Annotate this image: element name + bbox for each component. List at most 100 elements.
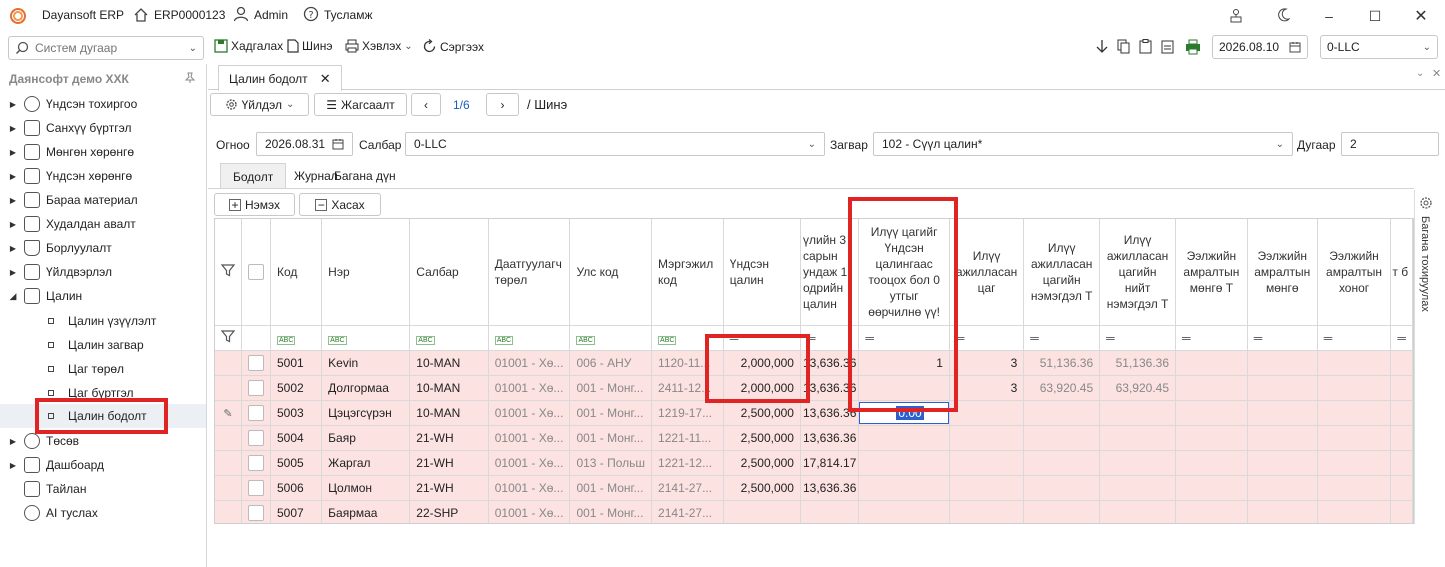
- col-header-insured-type[interactable]: Даатгуулагч төрөл: [488, 219, 571, 326]
- cell-country-code[interactable]: 001 - Монг...: [569, 400, 653, 426]
- cell-country-code[interactable]: 001 - Монг...: [569, 425, 653, 451]
- sidebar-subitem-time-type[interactable]: Цаг төрөл: [0, 357, 206, 381]
- cell-base-salary[interactable]: 2,500,000: [723, 475, 801, 501]
- cell-name[interactable]: Цэцэгсүрэн: [321, 400, 411, 426]
- cell-overtime-total[interactable]: 51,136.36: [1099, 350, 1177, 376]
- table-row[interactable]: ✎ 5003 Цэцэгсүрэн 10-MAN 01001 - Хө... 001 - …: [215, 400, 1413, 426]
- cell-overtime-hours[interactable]: [949, 475, 1025, 501]
- cell-country-code[interactable]: 001 - Монг...: [569, 500, 653, 523]
- cell-branch[interactable]: 21-WH: [409, 450, 489, 476]
- select-all-checkbox[interactable]: [248, 263, 264, 280]
- table-row[interactable]: 5004 Баяр 21-WH 01001 - Хө... 001 - Монг... 1…: [215, 425, 1413, 451]
- cell-vacation-money-t[interactable]: [1175, 425, 1248, 451]
- column-settings-strip[interactable]: Багана тохируулах: [1414, 190, 1436, 325]
- cell-overtime-hours[interactable]: [949, 450, 1025, 476]
- cell-profession-code[interactable]: 1221-11...: [651, 425, 724, 451]
- filter-cell[interactable]: ═: [1175, 325, 1248, 351]
- download-icon[interactable]: [1095, 39, 1109, 55]
- template-select[interactable]: 102 - Сүүл цалин* ⌄: [873, 132, 1293, 156]
- cell-name[interactable]: Баяр: [321, 425, 411, 451]
- close-tab-icon[interactable]: ✕: [320, 71, 331, 87]
- row-indicator-cell[interactable]: [215, 450, 242, 476]
- cell-base-salary[interactable]: [723, 500, 801, 523]
- col-header-code[interactable]: Код: [270, 219, 323, 326]
- cell-overtime-total[interactable]: [1099, 500, 1177, 523]
- cell-overtime-flag[interactable]: [858, 475, 950, 501]
- cell-base-salary[interactable]: 2,500,000: [723, 425, 801, 451]
- table-row[interactable]: 5001 Kevin 10-MAN 01001 - Хө... 006 - АНУ 112…: [215, 350, 1413, 376]
- toolbar-date-picker[interactable]: 2026.08.10: [1212, 35, 1308, 59]
- cell-insured-type[interactable]: 01001 - Хө...: [488, 375, 571, 401]
- cell-partial[interactable]: [1390, 425, 1413, 451]
- cell-overtime-add[interactable]: [1023, 500, 1101, 523]
- row-checkbox-cell[interactable]: [241, 425, 271, 451]
- cell-vacation-money[interactable]: [1247, 425, 1318, 451]
- cell-vacation-days[interactable]: [1317, 500, 1392, 523]
- prev-page-button[interactable]: ‹: [411, 93, 441, 116]
- col-header-profession-code[interactable]: Мэргэжил код: [651, 219, 724, 326]
- cell-partial[interactable]: [1390, 450, 1413, 476]
- print-button[interactable]: Хэвлэх ⌄: [345, 39, 413, 53]
- filter-cell[interactable]: ABC: [321, 325, 411, 351]
- right-scroll-area[interactable]: [1414, 325, 1436, 524]
- cell-country-code[interactable]: 006 - АНУ: [569, 350, 653, 376]
- row-indicator-cell[interactable]: [215, 375, 242, 401]
- cell-overtime-total[interactable]: 63,920.45: [1099, 375, 1177, 401]
- cell-overtime-total[interactable]: [1099, 475, 1177, 501]
- sidebar-item-fixed-assets[interactable]: ▶ Үндсэн хөрөнгө: [0, 164, 206, 188]
- cell-vacation-money[interactable]: [1247, 400, 1318, 426]
- table-row[interactable]: 5007 Баярмаа 22-SHP 01001 - Хө... 001 - Монг…: [215, 500, 1413, 523]
- cell-overtime-add[interactable]: 51,136.36: [1023, 350, 1101, 376]
- cell-branch[interactable]: 10-MAN: [409, 350, 489, 376]
- col-header-overtime-total[interactable]: Илүү ажилласан цагийн нийт нэмэгдэл Т: [1099, 219, 1177, 326]
- filter-cell[interactable]: ═: [1023, 325, 1101, 351]
- cell-branch[interactable]: 10-MAN: [409, 400, 489, 426]
- col-header-vacation-days[interactable]: Ээлжийн амралтын хоног: [1317, 219, 1392, 326]
- cell-overtime-add[interactable]: [1023, 450, 1101, 476]
- filter-row-icon-cell[interactable]: [215, 325, 242, 351]
- pin-icon[interactable]: [184, 72, 196, 84]
- cell-avg-salary[interactable]: 13,636.36: [800, 425, 860, 451]
- cell-partial[interactable]: [1390, 500, 1413, 523]
- cell-insured-type[interactable]: 01001 - Хө...: [488, 475, 571, 501]
- sidebar-item-purchase[interactable]: ▶ Худалдан авалт: [0, 212, 206, 236]
- new-button[interactable]: Шинэ: [287, 39, 332, 53]
- cell-name[interactable]: Долгормаа: [321, 375, 411, 401]
- cell-partial[interactable]: [1390, 350, 1413, 376]
- cell-vacation-money[interactable]: [1247, 450, 1318, 476]
- filter-cell[interactable]: ABC: [488, 325, 571, 351]
- subtab-column-totals[interactable]: Багана дүн: [322, 163, 408, 189]
- col-header-overtime-hours[interactable]: Илүү ажилласан цаг: [949, 219, 1025, 326]
- cell-vacation-money-t[interactable]: [1175, 350, 1248, 376]
- filter-cell[interactable]: ═: [1317, 325, 1392, 351]
- cell-profession-code[interactable]: 2141-27...: [651, 500, 724, 523]
- help-link[interactable]: Тусламж: [324, 8, 372, 22]
- sidebar-item-general-settings[interactable]: ▶ Үндсэн тохиргоо: [0, 92, 206, 116]
- cell-overtime-hours[interactable]: 3: [949, 375, 1025, 401]
- company-select[interactable]: 0-LLC ⌄: [1320, 35, 1438, 59]
- cell-code[interactable]: 5003: [270, 400, 323, 426]
- filter-cell[interactable]: ═: [949, 325, 1025, 351]
- col-header-branch[interactable]: Салбар: [409, 219, 489, 326]
- cell-vacation-money-t[interactable]: [1175, 450, 1248, 476]
- row-checkbox[interactable]: [248, 404, 264, 421]
- sidebar-item-production[interactable]: ▶ Үйлдвэрлэл: [0, 260, 206, 284]
- row-checkbox[interactable]: [248, 479, 264, 496]
- cell-name[interactable]: Жаргал: [321, 450, 411, 476]
- cell-overtime-add[interactable]: [1023, 425, 1101, 451]
- db-code[interactable]: ERP0000123: [154, 8, 225, 22]
- col-header-vacation-money-t[interactable]: Ээлжийн амралтын мөнгө Т: [1175, 219, 1248, 326]
- cell-overtime-add[interactable]: [1023, 475, 1101, 501]
- table-row[interactable]: 5006 Цолмон 21-WH 01001 - Хө... 001 - Монг..…: [215, 475, 1413, 501]
- cell-overtime-flag[interactable]: [858, 425, 950, 451]
- sidebar-item-ai-assistant[interactable]: ▶AI туслах: [0, 501, 206, 525]
- cell-overtime-total[interactable]: [1099, 425, 1177, 451]
- cell-overtime-total[interactable]: [1099, 450, 1177, 476]
- row-checkbox[interactable]: [248, 379, 264, 396]
- cell-partial[interactable]: [1390, 375, 1413, 401]
- cell-code[interactable]: 5006: [270, 475, 323, 501]
- row-checkbox[interactable]: [248, 429, 264, 446]
- cell-overtime-add[interactable]: 63,920.45: [1023, 375, 1101, 401]
- sidebar-item-budget[interactable]: ▶ Төсөв: [0, 429, 206, 453]
- cell-name[interactable]: Kevin: [321, 350, 411, 376]
